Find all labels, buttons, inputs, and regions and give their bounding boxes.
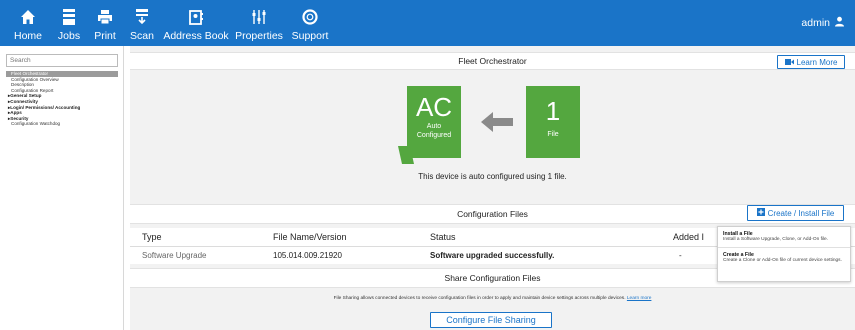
learn-more-button[interactable]: Learn More — [777, 55, 845, 69]
nav-scan[interactable]: Scan — [130, 0, 154, 46]
file-count-tile: 1 File — [526, 86, 580, 158]
auto-configured-tile: AC Auto Configured — [407, 86, 461, 158]
create-file-desc: Create a Clone or Add-On file of current… — [723, 257, 842, 263]
support-icon — [302, 6, 318, 28]
share-section: File Sharing allows connected devices to… — [130, 289, 855, 330]
col-status: Status — [430, 228, 673, 247]
tile-corner-decoration — [398, 146, 414, 164]
configuration-files-title: Configuration Files — [457, 209, 528, 219]
nav-home-label: Home — [14, 30, 43, 42]
nav-jobs-label: Jobs — [57, 30, 81, 42]
auto-configured-line1: Auto — [426, 123, 442, 130]
file-count-value: 1 — [545, 96, 561, 126]
user-name: admin — [801, 17, 830, 29]
install-file-desc: Install a Software Upgrade, Clone, or Ad… — [723, 237, 829, 242]
nav-support-label: Support — [291, 30, 329, 42]
sidebar-item-configuration-watchdog[interactable]: Configuration Watchdog — [6, 121, 118, 127]
nav-home[interactable]: Home — [14, 0, 42, 46]
sidebar: Fleet Orchestrator Configuration Overvie… — [0, 46, 124, 330]
share-description-text: File Sharing allows connected devices to… — [333, 296, 626, 301]
share-learn-more-link[interactable]: Learn more — [627, 296, 652, 301]
page-title: Fleet Orchestrator — [130, 52, 855, 70]
home-icon — [20, 6, 36, 28]
auto-configured-line2: Configured — [416, 132, 452, 139]
create-file-option[interactable]: Create a File Create a Clone or Add-On f… — [718, 246, 850, 268]
nav-address-book-label: Address Book — [163, 30, 229, 42]
learn-more-label: Learn More — [796, 57, 838, 67]
col-type: Type — [130, 228, 273, 247]
address-book-icon — [188, 6, 204, 28]
main-content: Fleet Orchestrator Learn More AC Auto Co… — [130, 46, 855, 330]
cell-type: Software Upgrade — [142, 250, 207, 260]
nav-properties[interactable]: Properties — [235, 0, 283, 46]
search-input[interactable] — [6, 54, 118, 67]
cell-file-name: 105.014.009.21920 — [273, 250, 342, 260]
nav-properties-label: Properties — [235, 30, 283, 42]
share-configuration-files-title: Share Configuration Files — [444, 273, 541, 283]
nav-jobs[interactable]: Jobs — [56, 0, 82, 46]
create-install-file-label: Create / Install File — [767, 208, 835, 218]
scan-icon — [135, 6, 149, 28]
properties-icon — [251, 6, 267, 28]
cell-status: Software upgraded successfully. — [430, 250, 555, 260]
nav-address-book[interactable]: Address Book — [163, 0, 229, 46]
page-title-text: Fleet Orchestrator — [458, 56, 527, 66]
create-install-file-button[interactable]: Create / Install File — [747, 205, 844, 221]
user-menu[interactable]: admin — [801, 16, 845, 30]
sidebar-nav-list: Fleet Orchestrator Configuration Overvie… — [6, 71, 118, 127]
install-file-option[interactable]: Install a File Install a Software Upgrad… — [718, 227, 850, 247]
configure-file-sharing-label: Configure File Sharing — [446, 315, 536, 325]
video-icon — [784, 58, 794, 67]
arrow-left-icon — [481, 112, 513, 132]
auto-configured-abbrev: AC — [415, 92, 453, 122]
create-install-dropdown: Install a File Install a Software Upgrad… — [717, 226, 851, 282]
nav-print-label: Print — [94, 30, 116, 42]
jobs-icon — [62, 6, 76, 28]
auto-config-status-message: This device is auto configured using 1 f… — [418, 172, 567, 181]
nav-support[interactable]: Support — [291, 0, 329, 46]
top-navigation-bar: Home Jobs Print Scan Address Book Proper… — [0, 0, 855, 46]
nav-scan-label: Scan — [130, 30, 154, 42]
file-count-label: File — [547, 131, 559, 138]
configure-file-sharing-button[interactable]: Configure File Sharing — [430, 312, 552, 328]
user-icon — [834, 16, 845, 30]
plus-icon — [756, 208, 765, 218]
nav-print[interactable]: Print — [92, 0, 118, 46]
share-description: File Sharing allows connected devices to… — [130, 296, 855, 301]
col-file-name-version: File Name/Version — [273, 228, 430, 247]
print-icon — [97, 6, 113, 28]
